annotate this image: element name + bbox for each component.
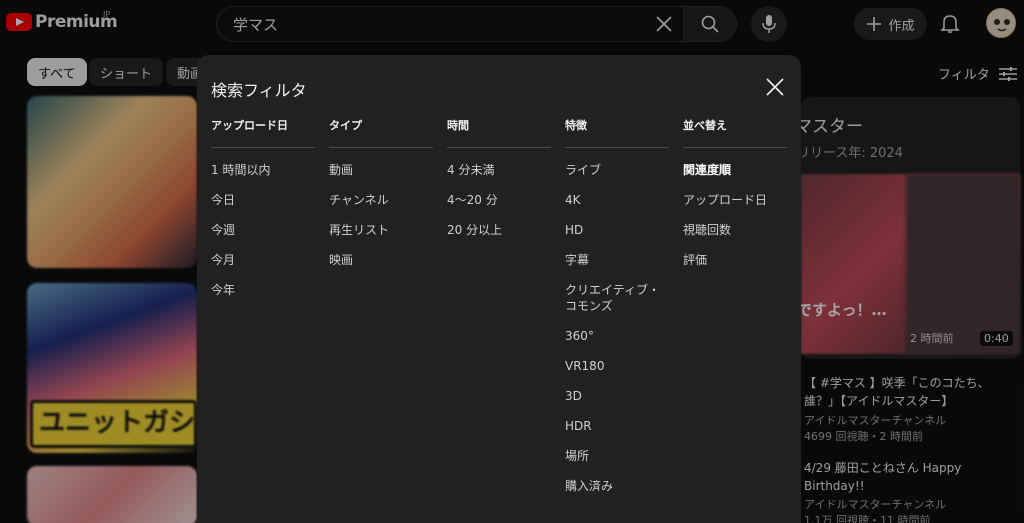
filter-column-heading: タイプ (329, 117, 433, 148)
filter-option[interactable]: 評価 (683, 252, 787, 268)
filter-option[interactable]: 視聴回数 (683, 222, 787, 238)
filter-column: アップロード日 1 時間以内 今日今週今月今年 (211, 117, 315, 312)
filter-column: タイプ動画チャンネル再生リスト映画 (329, 117, 433, 282)
filter-option[interactable]: 4 分未満 (447, 162, 551, 178)
filter-option[interactable]: 映画 (329, 252, 433, 268)
filter-option[interactable]: ライブ (565, 162, 669, 178)
filter-option[interactable]: 動画 (329, 162, 433, 178)
filter-option[interactable]: 今週 (211, 222, 315, 238)
filter-option[interactable]: HD (565, 222, 669, 238)
filter-column-heading: 特徴 (565, 117, 669, 148)
filter-option[interactable]: 20 分以上 (447, 222, 551, 238)
filter-option[interactable]: 360° (565, 328, 669, 344)
search-filter-dialog: 検索フィルタ アップロード日 1 時間以内 今日 今週 今月 今年 タイプ 動画 チャンネル 再生… (197, 55, 801, 523)
dialog-title: 検索フィルタ (211, 81, 307, 100)
filter-option[interactable]: 購入済み (565, 478, 669, 494)
filter-option[interactable]: 4K (565, 192, 669, 208)
filter-column-heading: 並べ替え (683, 117, 787, 148)
close-icon (766, 78, 784, 96)
close-button[interactable] (763, 75, 787, 99)
filter-option[interactable]: 関連度順 (683, 162, 787, 178)
filter-option[interactable]: 場所 (565, 448, 669, 464)
filter-option[interactable]: VR180 (565, 358, 669, 374)
filter-column: 並べ替え関連度順アップロード日 視聴回数評価 (683, 117, 787, 282)
filter-option[interactable]: 今日 (211, 192, 315, 208)
filter-option[interactable]: 4〜20 分 (447, 192, 551, 208)
filter-option[interactable]: 今年 (211, 282, 315, 298)
filter-option[interactable]: 字幕 (565, 252, 669, 268)
filter-option[interactable]: HDR (565, 418, 669, 434)
filter-column: 時間 4 分未満 4〜20 分 20 分以上 (447, 117, 551, 252)
filter-column-heading: 時間 (447, 117, 551, 148)
filter-option[interactable]: クリエイティブ・コモンズ (565, 282, 669, 314)
filter-option[interactable]: チャンネル (329, 192, 433, 208)
filter-option[interactable]: 3D (565, 388, 669, 404)
filter-column: 特徴ライブ 4K HD 字幕クリエイティブ・コモンズ 360° VR180 3D HDR 場所購… (565, 117, 669, 508)
filter-column-heading: アップロード日 (211, 117, 315, 148)
filter-option[interactable]: 1 時間以内 (211, 162, 315, 178)
filter-option[interactable]: 今月 (211, 252, 315, 268)
filter-option[interactable]: アップロード日 (683, 192, 787, 208)
filter-option[interactable]: 再生リスト (329, 222, 433, 238)
